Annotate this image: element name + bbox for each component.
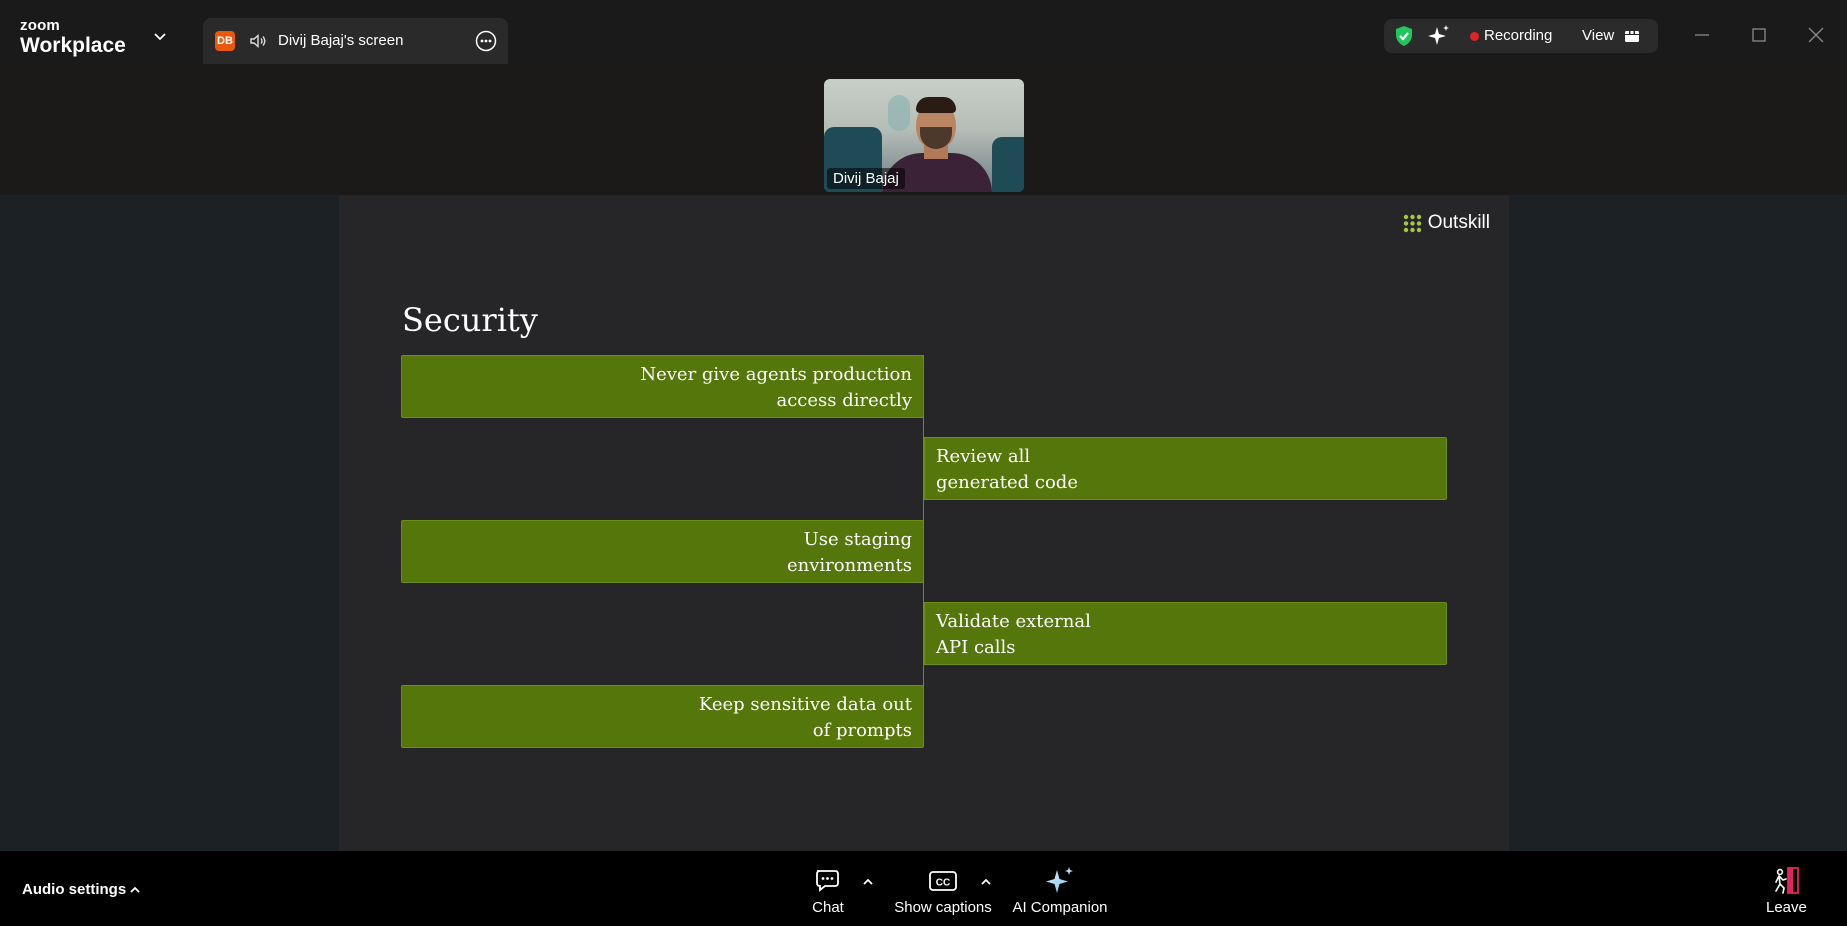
leave-label: Leave	[1766, 899, 1807, 916]
show-captions-button[interactable]: CC Show captions	[892, 865, 994, 916]
closed-captions-icon: CC	[929, 871, 957, 891]
chat-icon	[816, 870, 839, 892]
ai-companion-button[interactable]: AI Companion	[1010, 865, 1110, 916]
ai-companion-label: AI Companion	[1012, 899, 1108, 916]
chevron-up-icon[interactable]	[861, 875, 875, 889]
outskill-logo: Outskill	[1403, 212, 1490, 234]
more-options-icon[interactable]	[475, 30, 497, 52]
security-item: Use staging environments	[401, 520, 924, 583]
tab-title: Divij Bajaj's screen	[278, 32, 404, 49]
security-item: Never give agents production access dire…	[401, 355, 924, 418]
logo-text: Outskill	[1427, 212, 1490, 233]
dots-grid-icon	[1403, 214, 1421, 232]
title-bar: zoom Workplace DB Divij Bajaj's screen R…	[0, 0, 1847, 64]
captions-label: Show captions	[894, 899, 992, 916]
participant-name: Divij Bajaj	[827, 168, 905, 189]
chevron-up-icon[interactable]	[128, 883, 142, 897]
chevron-up-icon[interactable]	[979, 875, 993, 889]
participant-video[interactable]: Divij Bajaj	[824, 79, 1024, 192]
audio-settings-button[interactable]: Audio settings	[22, 881, 126, 898]
recording-label[interactable]: Recording	[1484, 27, 1552, 44]
brand-large: Workplace	[20, 34, 126, 57]
chat-button[interactable]: Chat	[808, 865, 848, 916]
grid-view-icon[interactable]	[1624, 28, 1640, 44]
chevron-down-icon[interactable]	[152, 28, 168, 44]
zoom-workplace-logo: zoom Workplace	[20, 18, 126, 56]
ai-companion-icon	[1046, 867, 1073, 893]
close-icon[interactable]	[1803, 22, 1829, 48]
security-item: Review all generated code	[924, 437, 1447, 500]
screen-share-tab[interactable]: DB Divij Bajaj's screen	[203, 18, 508, 64]
meeting-toolbar: Audio settings Chat CC Show captions AI …	[0, 851, 1847, 926]
security-item: Validate external API calls	[924, 602, 1447, 665]
presentation-slide: Outskill Security Never give agents prod…	[339, 195, 1509, 851]
view-button[interactable]: View	[1582, 27, 1614, 44]
security-shield-icon[interactable]	[1392, 24, 1416, 48]
participant-avatar: DB	[215, 31, 235, 51]
leave-button[interactable]: Leave	[1766, 865, 1807, 916]
meeting-status-bar: Recording View	[1384, 19, 1658, 53]
maximize-icon[interactable]	[1746, 22, 1772, 48]
brand-small: zoom	[20, 17, 60, 34]
ai-sparkle-icon[interactable]	[1427, 24, 1451, 48]
chat-label: Chat	[812, 899, 844, 916]
minimize-icon[interactable]	[1689, 22, 1715, 48]
svg-text:CC: CC	[936, 878, 950, 889]
security-item: Keep sensitive data out of prompts	[401, 685, 924, 748]
slide-title: Security	[402, 301, 538, 339]
recording-indicator-icon	[1470, 32, 1479, 41]
speaker-icon[interactable]	[249, 32, 267, 50]
leave-meeting-icon	[1775, 867, 1799, 894]
